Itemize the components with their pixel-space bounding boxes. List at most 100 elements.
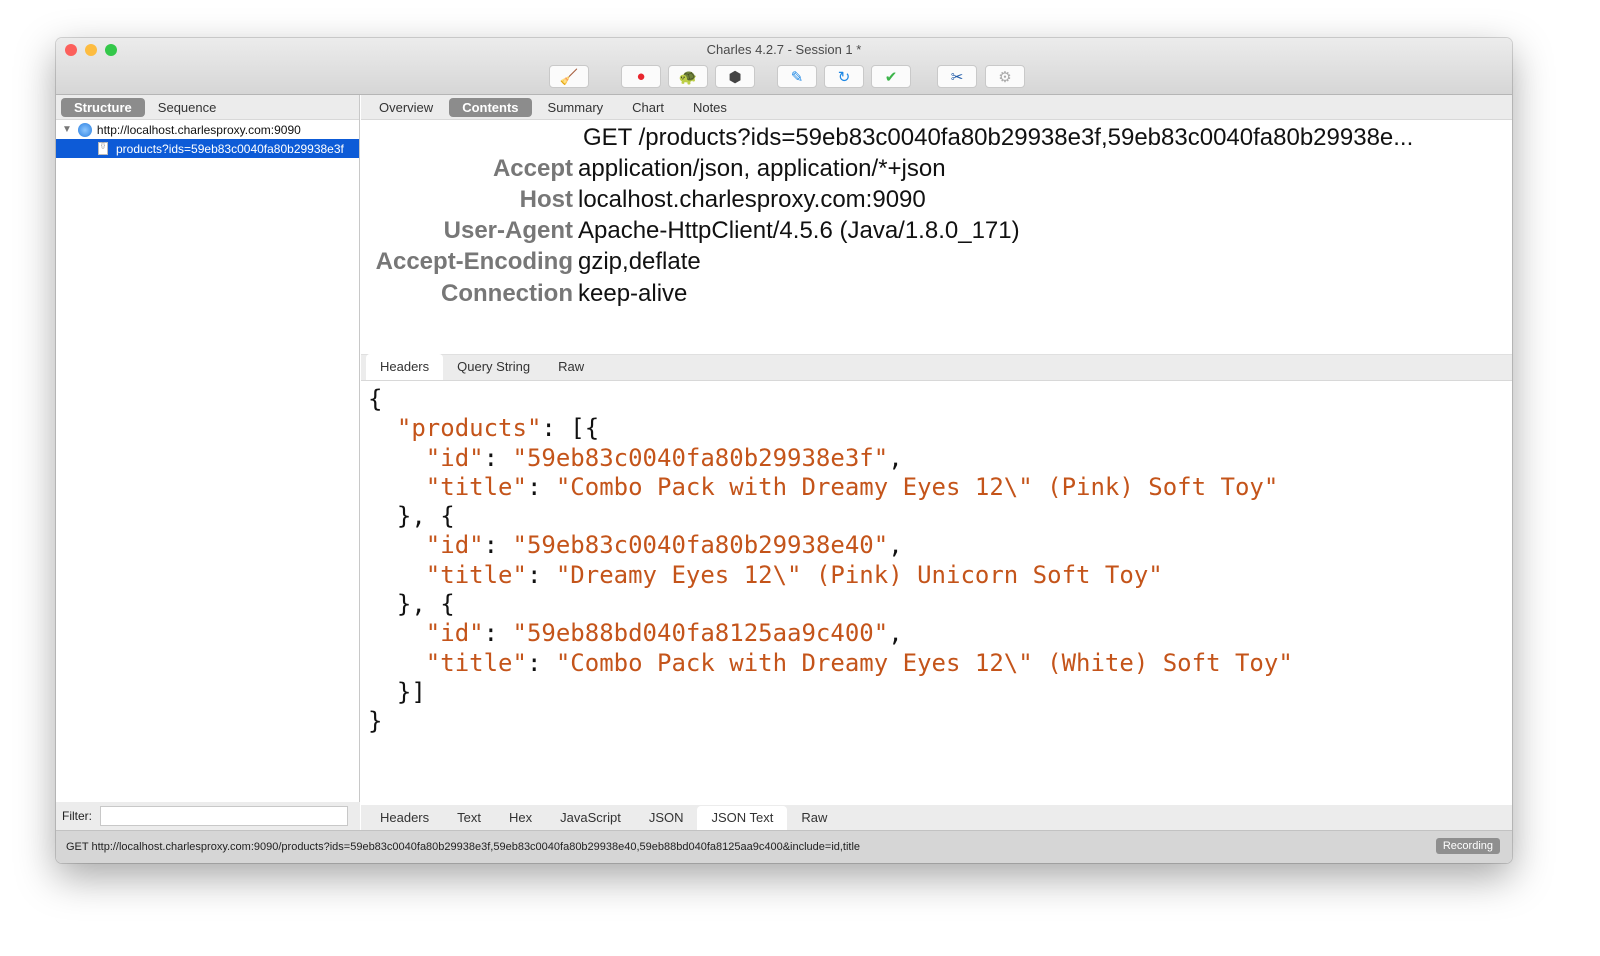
- json-file-icon: {}: [98, 142, 108, 155]
- response-tab-json-text[interactable]: JSON Text: [697, 806, 788, 830]
- response-tab-javascript[interactable]: JavaScript: [546, 806, 635, 830]
- request-tab-raw[interactable]: Raw: [544, 354, 598, 380]
- response-tab-raw[interactable]: Raw: [787, 806, 841, 830]
- json-punct: [368, 561, 426, 589]
- charles-window: Charles 4.2.7 - Session 1 * 🧹 ● 🐢 ⬢ ✎ ↻ ✔ ✂ ⚙ St…: [56, 38, 1512, 863]
- filter-input[interactable]: [100, 806, 348, 826]
- json-line: }: [368, 707, 1512, 736]
- json-line: "title": "Combo Pack with Dreamy Eyes 12…: [368, 473, 1512, 502]
- breakpoints-hexagon-icon: ⬢: [728, 68, 742, 86]
- json-punct: :: [483, 531, 513, 560]
- detail-tab-summary[interactable]: Summary: [535, 98, 617, 117]
- request-tab-query-string[interactable]: Query String: [443, 354, 544, 380]
- request-label: products?ids=59eb83c0040fa80b29938e3f: [116, 141, 344, 156]
- response-tab-text[interactable]: Text: [443, 806, 495, 830]
- header-name: User-Agent: [443, 217, 573, 245]
- json-string: "59eb88bd040fa8125aa9c400": [512, 619, 889, 648]
- detail-tab-notes[interactable]: Notes: [680, 98, 740, 117]
- json-line: "id": "59eb83c0040fa80b29938e3f",: [368, 444, 1512, 473]
- disclosure-triangle-icon[interactable]: ▼: [62, 124, 72, 135]
- header-row: Accept-Encoding gzip,deflate: [361, 247, 701, 278]
- json-punct: [368, 619, 426, 647]
- tab-structure[interactable]: Structure: [61, 97, 145, 117]
- header-value: keep-alive: [578, 279, 688, 307]
- json-text-view[interactable]: { "products": [{ "id": "59eb83c0040fa80b…: [361, 381, 1512, 803]
- json-line: "title": "Dreamy Eyes 12\" (Pink) Unicor…: [368, 561, 1512, 590]
- window-title: Charles 4.2.7 - Session 1 *: [706, 42, 862, 57]
- json-punct: ,: [888, 443, 903, 472]
- settings-gear-button[interactable]: ⚙: [985, 65, 1025, 88]
- header-row: Connection keep-alive: [361, 278, 687, 309]
- json-punct: }: [368, 707, 383, 736]
- tab-sequence[interactable]: Sequence: [145, 98, 230, 117]
- request-tabs: Headers Query String Raw: [361, 354, 1512, 381]
- compose-pen-button[interactable]: ✎: [777, 65, 817, 88]
- header-value: localhost.charlesproxy.com:9090: [578, 185, 926, 213]
- broom-icon: 🧹: [559, 68, 579, 86]
- json-punct: }, {: [368, 590, 455, 619]
- tree-request-row[interactable]: {} products?ids=59eb83c0040fa80b29938e3f: [56, 139, 359, 158]
- json-line: }, {: [368, 502, 1512, 531]
- json-line: {: [368, 385, 1512, 414]
- throttle-turtle-icon: 🐢: [678, 68, 698, 86]
- tree-host-row[interactable]: ▼ http://localhost.charlesproxy.com:9090: [56, 120, 359, 139]
- json-punct: [368, 531, 426, 559]
- json-punct: :: [526, 560, 556, 589]
- settings-gear-icon: ⚙: [998, 68, 1012, 86]
- request-tab-headers[interactable]: Headers: [366, 354, 444, 380]
- json-string: "Combo Pack with Dreamy Eyes 12\" (White…: [555, 648, 1293, 677]
- json-string: "59eb83c0040fa80b29938e3f": [512, 443, 889, 472]
- json-string: "id": [425, 619, 484, 648]
- json-string: "title": [425, 648, 527, 677]
- header-value: Apache-HttpClient/4.5.6 (Java/1.8.0_171): [578, 217, 1020, 245]
- response-tabs: Headers Text Hex JavaScript JSON JSON Text Raw: [361, 805, 1512, 830]
- globe-icon: [77, 122, 92, 137]
- detail-tab-chart[interactable]: Chart: [619, 98, 677, 117]
- json-punct: }, {: [368, 502, 455, 531]
- json-line: }]: [368, 678, 1512, 707]
- response-tab-headers[interactable]: Headers: [366, 806, 443, 830]
- json-line: }, {: [368, 590, 1512, 619]
- json-string: "products": [396, 414, 542, 443]
- breakpoints-hexagon-button[interactable]: ⬢: [715, 65, 755, 88]
- detail-panel: Overview Contents Summary Chart Notes GET /p…: [361, 95, 1512, 830]
- header-name: Accept-Encoding: [375, 248, 573, 276]
- json-punct: ,: [888, 619, 903, 648]
- json-punct: ,: [888, 531, 903, 560]
- header-value: gzip,deflate: [578, 248, 701, 276]
- json-string: "Dreamy Eyes 12\" (Pink) Unicorn Soft To…: [555, 560, 1163, 589]
- json-string: "Combo Pack with Dreamy Eyes 12\" (Pink)…: [555, 472, 1279, 501]
- response-tab-hex[interactable]: Hex: [495, 806, 546, 830]
- response-tab-json[interactable]: JSON: [635, 806, 698, 830]
- structure-panel: Structure Sequence ▼ http://localhost.ch…: [56, 95, 360, 830]
- json-punct: {: [368, 385, 383, 413]
- json-string: "id": [425, 443, 484, 472]
- validate-check-button[interactable]: ✔: [871, 65, 911, 88]
- json-punct: [368, 473, 426, 501]
- json-punct: }]: [368, 677, 426, 706]
- status-bar: GET http://localhost.charlesproxy.com:90…: [56, 830, 1512, 863]
- json-punct: :: [526, 648, 556, 677]
- json-punct: [368, 414, 397, 442]
- header-value: application/json, application/*+json: [578, 154, 946, 182]
- broom-button[interactable]: 🧹: [549, 65, 589, 88]
- detail-tab-contents[interactable]: Contents: [449, 97, 532, 117]
- json-punct: [368, 649, 426, 677]
- header-row: Accept application/json, application/*+js…: [361, 153, 946, 184]
- json-line: "products": [{: [368, 414, 1512, 443]
- record-icon: ●: [636, 68, 646, 85]
- repeat-button[interactable]: ↻: [824, 65, 864, 88]
- detail-tabs: Overview Contents Summary Chart Notes: [361, 95, 1512, 120]
- repeat-icon: ↻: [837, 68, 851, 86]
- header-row: User-Agent Apache-HttpClient/4.5.6 (Java/…: [361, 216, 1020, 247]
- throttle-turtle-button[interactable]: 🐢: [668, 65, 708, 88]
- compose-pen-icon: ✎: [790, 68, 804, 86]
- tools-icon: ✂: [950, 68, 964, 86]
- json-punct: :: [483, 443, 513, 472]
- filter-label: Filter:: [62, 809, 92, 823]
- json-line: "id": "59eb88bd040fa8125aa9c400",: [368, 619, 1512, 648]
- record-button[interactable]: ●: [621, 65, 661, 88]
- tools-button[interactable]: ✂: [937, 65, 977, 88]
- detail-tab-overview[interactable]: Overview: [366, 98, 446, 117]
- header-row: Host localhost.charlesproxy.com:9090: [361, 184, 926, 215]
